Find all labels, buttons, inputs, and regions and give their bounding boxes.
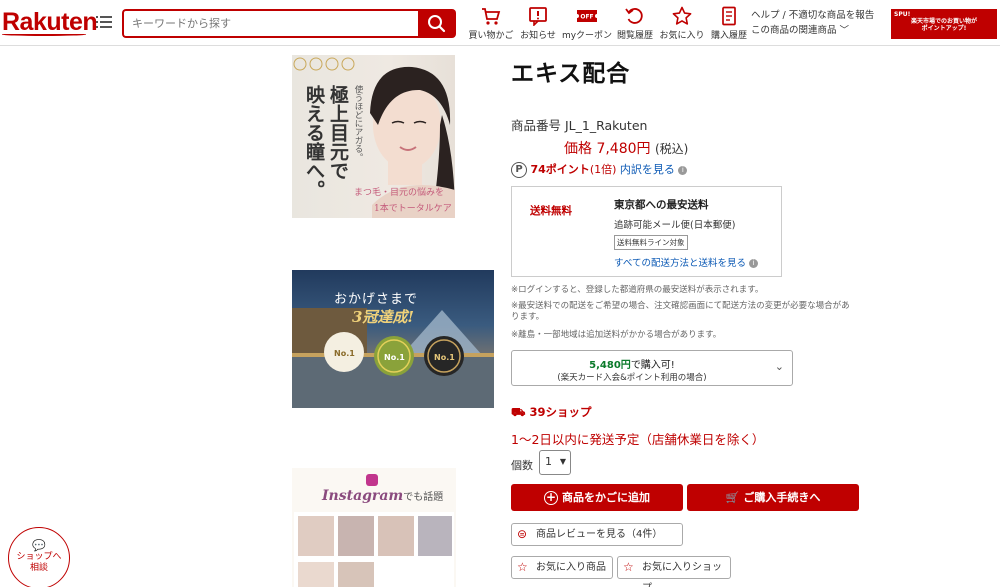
shipping-title: 東京都への最安送料 [614,199,709,211]
nav-label: お気に入り [659,31,705,41]
product-title: エキス配合 [511,61,631,87]
truck-icon: ⛟ [511,405,526,419]
nav-favorites[interactable]: お気に入り [658,6,706,41]
help-link[interactable]: ヘルプ / 不適切な商品を報告 [751,8,874,23]
nav-label: 閲覧履歴 [616,31,653,41]
award-badge: No.1 [434,353,455,362]
price: 価格 7,480円 (税込) [564,138,688,158]
nav-history[interactable]: 閲覧履歴 [614,6,656,41]
chat-label: ショップへ [16,552,62,562]
help-links: ヘルプ / 不適切な商品を報告 この商品の関連商品 ﹀ [751,8,874,38]
nav-label: 買い物かご [468,31,514,41]
search-button[interactable] [418,9,456,38]
image-subcopy: 使うほどにアガる。 [353,85,363,162]
spu-label: SPU! [894,11,911,18]
instagram-title: Instagramでも話題 [322,488,444,504]
search-icon [428,15,446,33]
image-caption: まつ毛・目元の悩みを [354,188,445,198]
related-items-link[interactable]: この商品の関連商品 ﹀ [751,23,874,38]
spu-banner[interactable]: SPU! 楽天市場でのお買い物が ポイントアップ! [891,9,997,39]
search-field-wrap [122,9,418,38]
nav-coupon[interactable]: OFF myクーポン [561,6,613,41]
points-breakdown-link[interactable]: 内訳を見る [620,163,675,176]
info-icon: i [749,259,758,268]
shipping-method: 追跡可能メール便(日本郵便) [614,220,736,231]
nav-purchase-history[interactable]: 購入履歴 [708,6,750,41]
chat-icon: 💬 [32,539,46,552]
menu-icon[interactable] [96,14,112,30]
chevron-down-icon: ▼ [559,457,566,466]
nav-cart[interactable]: 買い物かご [467,6,515,41]
star-icon: ☆ [623,560,634,574]
chat-label: 相談 [29,563,48,573]
star-icon [672,6,692,25]
free-shipping-tag: 送料無料ライン対象 [614,235,688,250]
shipping-note: ※ログインすると、登録した都道府県の最安送料が表示されます。 [511,285,764,295]
product-image-3[interactable]: Instagramでも話題 [292,468,456,587]
add-to-cart-button[interactable]: + 商品をかごに追加 [511,484,683,511]
award-badge: No.1 [384,353,405,362]
shop-chat-button[interactable]: 💬 ショップへ 相談 [8,527,70,587]
price-value: 7,480円 [596,141,651,157]
star-icon: ☆ [517,560,528,574]
favorite-item-button[interactable]: ☆ お気に入り商品 [511,556,613,579]
card-offer-dropdown[interactable]: 5,480円で購入可! (楽天カード入会&ポイント利用の場合) ⌄ [511,350,793,386]
shipping-note: ※離島・一部地域は追加送料がかかる場合があります。 [511,330,722,340]
chevron-down-icon: ⌄ [774,360,784,373]
points-value: 74ポイント [530,163,590,176]
tax-label: (税込) [655,142,689,156]
card-offer-note: (楽天カード入会&ポイント利用の場合) [557,373,707,383]
product-image-2[interactable]: おかげさまで 3冠達成! No.1 No.1 No.1 [292,270,494,408]
point-icon: P [511,162,527,178]
shipping-date: 1〜2日以内に発送予定（店舗休業日を除く） [511,432,765,447]
cart-icon: 🛒 [725,491,740,504]
logo-swoosh [2,33,86,36]
coupon-badge: OFF [580,14,593,21]
award-badge: No.1 [334,349,355,358]
free-shipping-label: 送料無料 [530,205,572,217]
nav-label: 購入履歴 [710,31,747,41]
reviews-button[interactable]: ⊜ 商品レビューを見る（4件） [511,523,683,546]
coupon-icon: OFF [577,10,597,22]
spu-text: ポイントアップ! [921,25,967,32]
card-offer-amount: 5,480円で購入可! [589,360,675,371]
instagram-icon [366,474,378,486]
nav-label: お知らせ [520,31,556,41]
points-multiplier: (1倍) [589,163,617,176]
cart-icon [482,8,501,25]
shop39-badge: ⛟ 39ショップ [511,405,592,419]
search-input[interactable] [124,11,418,36]
image-headline: 極上目元で [327,85,349,180]
plus-circle-icon: + [544,490,558,505]
checkout-button[interactable]: 🛒 ご購入手続きへ [687,484,859,511]
image-headline: 映える瞳へ。 [303,85,325,199]
info-icon[interactable]: i [678,165,688,175]
price-label: 価格 [564,141,592,157]
shipping-options-link[interactable]: すべての配送方法と送料を見る i [614,255,758,269]
award-text: 3冠達成! [352,308,415,326]
quantity-select[interactable]: 1 ▼ [539,450,571,475]
notice-icon [529,7,547,26]
award-text: おかげさまで [334,292,419,307]
favorite-shop-button[interactable]: ☆お気に入りショップ [617,556,731,587]
nav-notice[interactable]: お知らせ [517,6,559,41]
spu-text: 楽天市場でのお買い物が [910,18,977,25]
quantity-label: 個数 [511,459,533,472]
receipt-icon [722,6,736,26]
shipping-note: ります。 [511,312,545,322]
nav-label: myクーポン [561,31,613,41]
photo-grid [294,512,454,587]
global-header: Rakuten 買い物かご お知らせ OFF myクーポン [0,0,1000,46]
image-caption: 1本でトータルケア [374,204,452,214]
review-icon: ⊜ [517,527,528,541]
points-row: P 74ポイント(1倍) 内訳を見る i [511,161,688,178]
product-image-1[interactable]: 映える瞳へ。 極上目元で 使うほどにアガる。 まつ毛・目元の悩みを 1本でトータ… [292,55,455,218]
shipping-box: 送料無料 東京都への最安送料 追跡可能メール便(日本郵便) 送料無料ライン対象 … [511,186,782,277]
shipping-note: ※最安送料での配送をご希望の場合、注文確認画面にて配送方法の変更が必要な場合があ [511,301,850,311]
history-icon [625,8,643,24]
item-number: 商品番号 JL_1_Rakuten [511,118,648,133]
